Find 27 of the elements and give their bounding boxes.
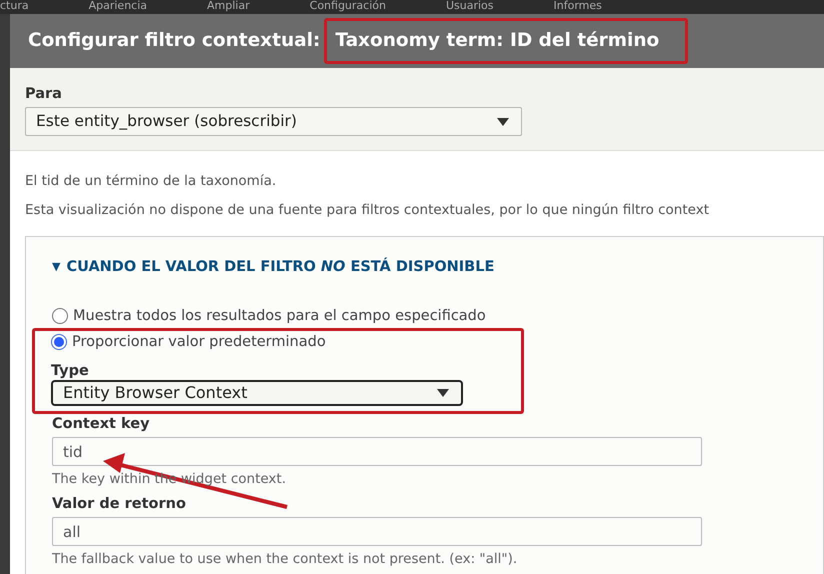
input-field[interactable]: tid (52, 437, 702, 466)
select-field[interactable]: Entity Browser Context (51, 380, 463, 406)
help-text: The fallback value to use when the context is not present. (ex: "all"). (52, 551, 518, 568)
radio-label[interactable]: Proporcionar valor predeterminado (72, 333, 326, 352)
toggle-arrow[interactable]: ▼ (52, 259, 60, 276)
caret-icon (437, 389, 449, 398)
caret-icon (497, 118, 509, 126)
field-label: Valor de retorno (52, 495, 187, 514)
toolbar-item[interactable]: ctura (0, 0, 29, 14)
field-label: Para (25, 85, 63, 103)
radio-label[interactable]: Muestra todos los resultados para el campo especificado (73, 307, 486, 326)
toolbar-item[interactable]: Usuarios (446, 0, 494, 14)
fieldset-legend[interactable]: CUANDO EL VALOR DEL FILTRO NO ESTÁ DISPONIBLE (66, 256, 494, 278)
toolbar-item[interactable]: Apariencia (88, 0, 148, 14)
radio-button[interactable] (52, 308, 68, 324)
toolbar-item[interactable]: Informes (554, 0, 602, 14)
toolbar-item[interactable]: Configuración (310, 0, 386, 14)
field-label: Type (51, 362, 90, 380)
input-field[interactable]: all (52, 517, 702, 546)
description-text: El tid de un término de la taxonomía. (25, 172, 278, 191)
select-field[interactable]: Este entity_browser (sobrescribir) (25, 107, 522, 136)
radio-button[interactable] (51, 334, 67, 350)
dialog-title: Configurar filtro contextual: (28, 29, 320, 54)
toolbar-item[interactable]: Ampliar (207, 0, 250, 14)
field-label: Context key (52, 415, 151, 434)
highlighted-title: Taxonomy term: ID del término (324, 18, 688, 64)
description-text: Esta visualización no dispone de una fuente para filtros contextuales, por lo que ningún filtro context (25, 201, 710, 220)
